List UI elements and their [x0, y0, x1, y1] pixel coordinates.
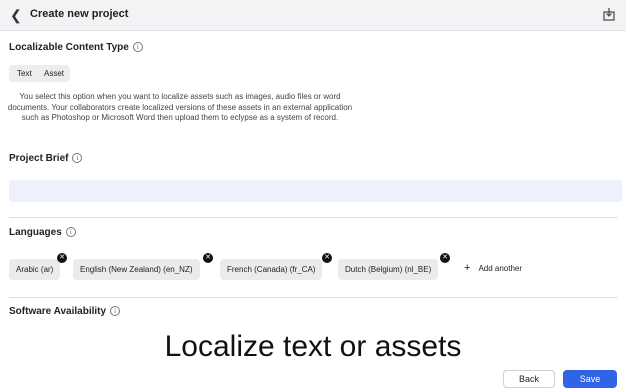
- language-chip-ar[interactable]: Arabic (ar): [9, 259, 61, 280]
- chevron-left-icon[interactable]: ❮: [10, 7, 24, 23]
- toggle-option-asset[interactable]: Asset: [44, 69, 64, 78]
- back-button[interactable]: Back: [503, 370, 555, 388]
- info-icon[interactable]: i: [110, 306, 121, 316]
- divider: [9, 297, 618, 298]
- remove-chip-icon[interactable]: ✕: [203, 253, 213, 263]
- info-icon[interactable]: i: [132, 42, 143, 52]
- content-type-toggle[interactable]: Text Asset: [9, 65, 70, 82]
- language-chip-nl-be[interactable]: Dutch (Belgium) (nl_BE): [338, 259, 439, 280]
- page-title: Create new project: [30, 8, 129, 20]
- caption-text: Localize text or assets: [164, 330, 462, 363]
- language-chip-en-nz[interactable]: English (New Zealand) (en_NZ): [73, 259, 200, 280]
- project-brief-heading: Project Brief i: [9, 153, 83, 164]
- languages-heading: Languages i: [9, 227, 76, 238]
- info-icon[interactable]: i: [65, 227, 76, 237]
- add-language-button[interactable]: + Add another: [464, 262, 522, 274]
- software-availability-heading: Software Availability i: [9, 306, 121, 317]
- divider: [9, 217, 618, 218]
- top-bar: ❮ Create new project: [0, 0, 626, 31]
- share-icon[interactable]: [602, 7, 616, 21]
- remove-chip-icon[interactable]: ✕: [440, 253, 450, 263]
- project-brief-input[interactable]: [9, 180, 622, 202]
- remove-chip-icon[interactable]: ✕: [322, 253, 332, 263]
- remove-chip-icon[interactable]: ✕: [57, 253, 67, 263]
- info-icon[interactable]: i: [72, 153, 83, 163]
- content-type-description: You select this option when you want to …: [7, 92, 353, 122]
- toggle-option-text[interactable]: Text: [17, 69, 32, 78]
- plus-icon: +: [464, 262, 471, 274]
- save-button[interactable]: Save: [563, 370, 617, 388]
- content-type-heading: Localizable Content Type i: [9, 42, 143, 53]
- language-chip-fr-ca[interactable]: French (Canada) (fr_CA): [220, 259, 323, 280]
